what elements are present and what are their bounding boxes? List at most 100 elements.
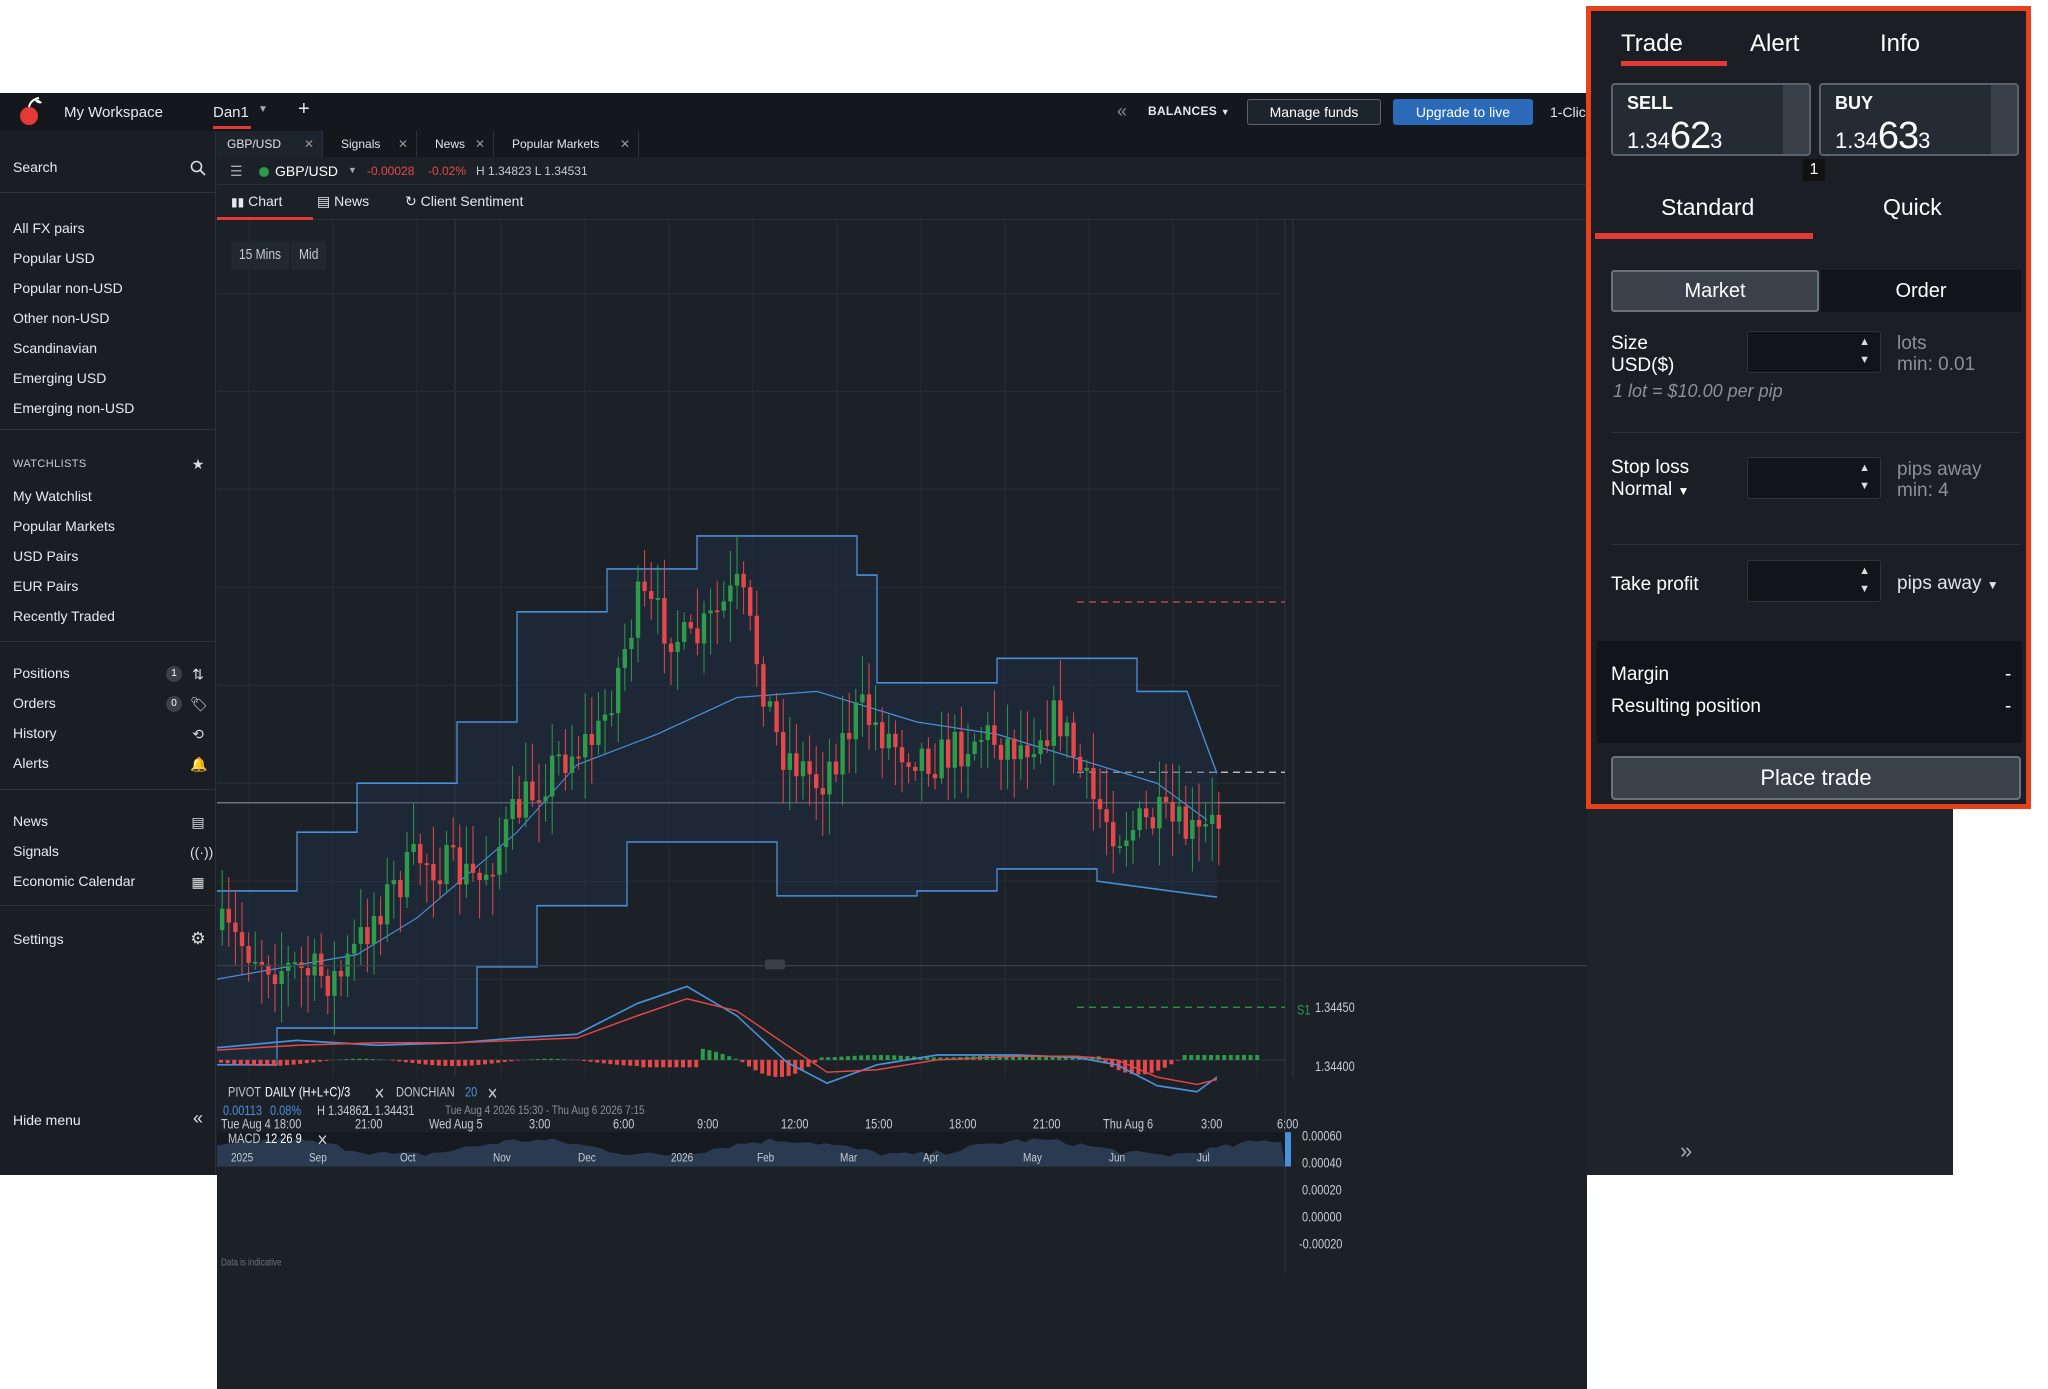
market-order-type[interactable]: Market bbox=[1611, 270, 1819, 312]
refresh-icon: ↻ bbox=[405, 193, 417, 209]
size-currency: USD($) bbox=[1611, 355, 1674, 377]
sidebar-item-popular-usd[interactable]: Popular USD bbox=[13, 250, 95, 266]
place-trade-button[interactable]: Place trade bbox=[1611, 756, 2021, 800]
tab-chart[interactable]: ▮▮ Chart bbox=[231, 193, 282, 209]
margin-label: Margin bbox=[1611, 664, 1669, 686]
sidebar-item-eur-pairs[interactable]: EUR Pairs bbox=[13, 578, 78, 594]
tab-popular-markets[interactable]: Popular Markets✕ bbox=[494, 131, 639, 157]
sidebar-item-my-watchlist[interactable]: My Watchlist bbox=[13, 488, 92, 504]
stop-loss-input[interactable]: ▲▼ bbox=[1747, 457, 1881, 499]
close-icon[interactable]: ✕ bbox=[487, 1084, 498, 1104]
sidebar-item-scandinavian[interactable]: Scandinavian bbox=[13, 340, 97, 356]
cherry-logo-icon[interactable] bbox=[16, 97, 46, 127]
expand-right-icon[interactable]: » bbox=[1680, 1138, 1692, 1164]
price-chart[interactable] bbox=[217, 220, 1587, 1389]
macd-bar bbox=[899, 1056, 903, 1060]
close-icon[interactable]: ✕ bbox=[475, 131, 485, 157]
interval-button[interactable]: 15 Mins bbox=[231, 241, 289, 270]
divider bbox=[0, 789, 216, 790]
sidebar-item-usd-pairs[interactable]: USD Pairs bbox=[13, 548, 78, 564]
sidebar-item-popular-non-usd[interactable]: Popular non-USD bbox=[13, 280, 123, 296]
close-icon[interactable]: ✕ bbox=[317, 1131, 328, 1151]
macd-bar bbox=[292, 1060, 296, 1065]
sidebar-item-all-fx[interactable]: All FX pairs bbox=[13, 220, 85, 236]
chevron-down-icon[interactable]: ▼ bbox=[1859, 354, 1870, 366]
sidebar-item-signals[interactable]: Signals bbox=[13, 843, 59, 859]
tab-gbp-usd[interactable]: GBP/USD✕ bbox=[217, 131, 323, 157]
chevron-down-icon[interactable]: ▼ bbox=[1859, 480, 1870, 492]
tab-news-view[interactable]: ▤ News bbox=[317, 193, 369, 210]
sidebar-item-other-non-usd[interactable]: Other non-USD bbox=[13, 310, 109, 326]
collapse-left-icon[interactable]: « bbox=[1117, 101, 1127, 122]
manage-funds-button[interactable]: Manage funds bbox=[1247, 99, 1381, 125]
buy-price: 1.34633 bbox=[1835, 115, 1930, 158]
limit-order-type[interactable]: Order bbox=[1821, 270, 2021, 312]
macd-bar bbox=[1222, 1055, 1226, 1060]
margin-value: - bbox=[2005, 664, 2011, 686]
price-type-button[interactable]: Mid bbox=[291, 241, 326, 270]
divider bbox=[1611, 432, 2021, 433]
tab-client-sentiment[interactable]: ↻ Client Sentiment bbox=[405, 193, 523, 210]
sidebar-item-positions[interactable]: Positions bbox=[13, 665, 70, 681]
tab-signals[interactable]: Signals✕ bbox=[323, 131, 417, 157]
workspace-tab[interactable]: Dan1 bbox=[213, 104, 249, 121]
sidebar-item-economic-calendar[interactable]: Economic Calendar bbox=[13, 873, 135, 889]
candle bbox=[946, 739, 950, 767]
sidebar-search[interactable]: Search bbox=[13, 159, 57, 175]
time-tick: 21:00 bbox=[1033, 1117, 1061, 1132]
sidebar-item-recently-traded[interactable]: Recently Traded bbox=[13, 608, 115, 624]
tab-standard[interactable]: Standard bbox=[1661, 194, 1754, 221]
chevron-up-icon[interactable]: ▲ bbox=[1859, 565, 1870, 577]
close-icon[interactable]: ✕ bbox=[620, 131, 630, 157]
workspace-label[interactable]: My Workspace bbox=[64, 104, 163, 121]
candle bbox=[972, 742, 976, 754]
chart-area[interactable]: 15 Mins Mid PIVOT DAILY (H+L+C)/3 ✕ DONC… bbox=[217, 220, 1587, 1175]
balances-dropdown[interactable]: BALANCES ▼ bbox=[1148, 104, 1230, 118]
chevron-down-icon[interactable]: ▼ bbox=[348, 165, 357, 175]
close-icon[interactable]: ✕ bbox=[304, 131, 314, 157]
chevron-up-icon[interactable]: ▲ bbox=[1859, 462, 1870, 474]
sidebar-item-orders[interactable]: Orders bbox=[13, 695, 56, 711]
tab-trade[interactable]: Trade bbox=[1621, 30, 1683, 58]
search-icon[interactable] bbox=[190, 160, 206, 176]
instrument-name[interactable]: GBP/USD bbox=[275, 163, 338, 179]
size-input[interactable]: ▲▼ bbox=[1747, 331, 1881, 373]
macd-bar bbox=[892, 1055, 896, 1060]
sidebar-item-settings[interactable]: Settings bbox=[13, 931, 64, 947]
close-icon[interactable]: ✕ bbox=[398, 131, 408, 157]
star-icon[interactable]: ★ bbox=[190, 456, 206, 472]
sell-button[interactable]: SELL 1.34623 bbox=[1611, 83, 1811, 156]
macd-bar bbox=[252, 1060, 256, 1066]
macd-bar bbox=[648, 1060, 652, 1067]
gear-icon[interactable]: ⚙ bbox=[190, 931, 206, 947]
sidebar-item-emerging-usd[interactable]: Emerging USD bbox=[13, 370, 106, 386]
sidebar-item-history[interactable]: History bbox=[13, 725, 57, 741]
take-profit-input[interactable]: ▲▼ bbox=[1747, 560, 1881, 602]
tab-info[interactable]: Info bbox=[1880, 30, 1920, 58]
sidebar-item-popular-markets[interactable]: Popular Markets bbox=[13, 518, 115, 534]
macd-tick: 0.00060 bbox=[1302, 1130, 1342, 1145]
chevron-down-icon[interactable]: ▼ bbox=[258, 104, 268, 115]
candle bbox=[616, 668, 620, 713]
close-icon[interactable]: ✕ bbox=[374, 1084, 385, 1104]
sidebar-item-emerging-non-usd[interactable]: Emerging non-USD bbox=[13, 400, 134, 416]
sidebar-item-news[interactable]: News bbox=[13, 813, 48, 829]
macd-bar bbox=[622, 1060, 626, 1065]
add-tab-button[interactable]: + bbox=[298, 98, 310, 121]
buy-button[interactable]: BUY 1.34633 bbox=[1819, 83, 2019, 156]
upgrade-to-live-button[interactable]: Upgrade to live bbox=[1393, 99, 1533, 125]
hide-menu-button[interactable]: Hide menu bbox=[13, 1112, 81, 1128]
chevron-down-icon[interactable]: ▼ bbox=[1859, 583, 1870, 595]
chevron-up-icon[interactable]: ▲ bbox=[1859, 336, 1870, 348]
sidebar-item-alerts[interactable]: Alerts bbox=[13, 755, 49, 771]
interval-selector[interactable]: 15 Mins Mid bbox=[231, 241, 328, 270]
macd-bar bbox=[457, 1060, 461, 1066]
tab-alert[interactable]: Alert bbox=[1750, 30, 1799, 58]
one-click-toggle[interactable]: 1-Clic bbox=[1550, 104, 1586, 120]
tab-news[interactable]: News✕ bbox=[417, 131, 494, 157]
tab-quick[interactable]: Quick bbox=[1883, 194, 1942, 221]
stop-type-dropdown[interactable]: Normal ▼ bbox=[1611, 479, 1689, 501]
hamburger-menu-icon[interactable]: ☰ bbox=[230, 163, 243, 180]
take-profit-unit-dropdown[interactable]: pips away ▼ bbox=[1897, 573, 1999, 595]
collapse-left-icon[interactable]: « bbox=[190, 1110, 206, 1126]
